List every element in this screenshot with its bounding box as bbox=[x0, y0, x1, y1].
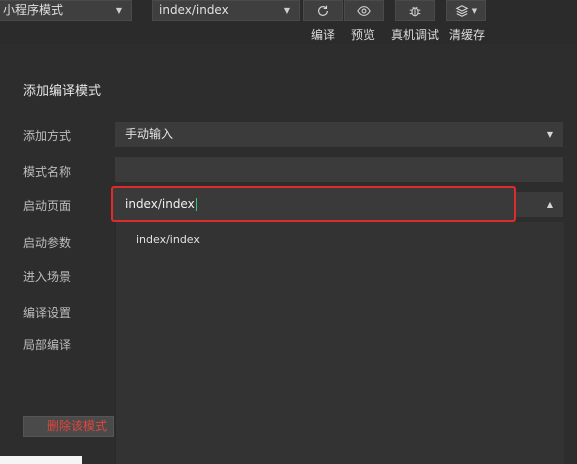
preview-label: 预览 bbox=[351, 28, 376, 42]
status-strip bbox=[0, 456, 82, 464]
mode-select[interactable]: 小程序模式 ▼ bbox=[0, 0, 132, 21]
dropdown-option[interactable]: index/index bbox=[136, 233, 200, 246]
mode-name-input[interactable] bbox=[115, 157, 563, 182]
chevron-up-icon[interactable]: ▲ bbox=[547, 192, 553, 217]
launch-page-value: index/index bbox=[125, 197, 195, 211]
page-select[interactable]: index/index ▼ bbox=[152, 0, 300, 21]
compile-label: 编译 bbox=[311, 28, 336, 42]
toolbar: 小程序模式 ▼ index/index ▼ ▼ 编译 预览 真机调试 清缓存 bbox=[0, 0, 577, 44]
launch-page-label: 启动页面 bbox=[23, 199, 72, 213]
clear-cache-label: 清缓存 bbox=[449, 28, 486, 42]
bug-icon bbox=[409, 6, 421, 16]
mode-select-value: 小程序模式 bbox=[3, 3, 64, 17]
scene-label: 进入场景 bbox=[23, 270, 72, 284]
eye-icon bbox=[357, 5, 371, 16]
panel-title: 添加编译模式 bbox=[23, 84, 102, 99]
chevron-down-icon: ▼ bbox=[546, 130, 553, 139]
chevron-down-icon: ▼ bbox=[471, 6, 478, 15]
layers-icon bbox=[455, 4, 469, 17]
mode-name-label: 模式名称 bbox=[23, 165, 72, 179]
chevron-down-icon: ▼ bbox=[115, 6, 122, 15]
refresh-icon bbox=[318, 5, 328, 16]
preview-button[interactable] bbox=[344, 0, 384, 21]
launch-params-label: 启动参数 bbox=[23, 236, 72, 250]
debug-button[interactable] bbox=[395, 0, 435, 21]
add-method-select[interactable]: 手动输入 ▼ bbox=[115, 122, 563, 147]
chevron-down-icon: ▼ bbox=[283, 6, 290, 15]
delete-mode-button[interactable]: 删除该模式 bbox=[23, 416, 114, 437]
compile-settings-label: 编译设置 bbox=[23, 306, 72, 320]
compile-button[interactable] bbox=[303, 0, 343, 21]
partial-compile-label: 局部编译 bbox=[23, 338, 72, 352]
text-cursor bbox=[195, 198, 197, 211]
add-method-label: 添加方式 bbox=[23, 129, 72, 143]
launch-page-dropdown: index/index bbox=[115, 222, 564, 464]
launch-page-input[interactable]: index/index bbox=[111, 186, 516, 222]
clear-cache-button[interactable]: ▼ bbox=[446, 0, 486, 21]
add-method-value: 手动输入 bbox=[125, 127, 174, 141]
debug-label: 真机调试 bbox=[391, 28, 440, 42]
page-select-value: index/index bbox=[159, 3, 229, 17]
